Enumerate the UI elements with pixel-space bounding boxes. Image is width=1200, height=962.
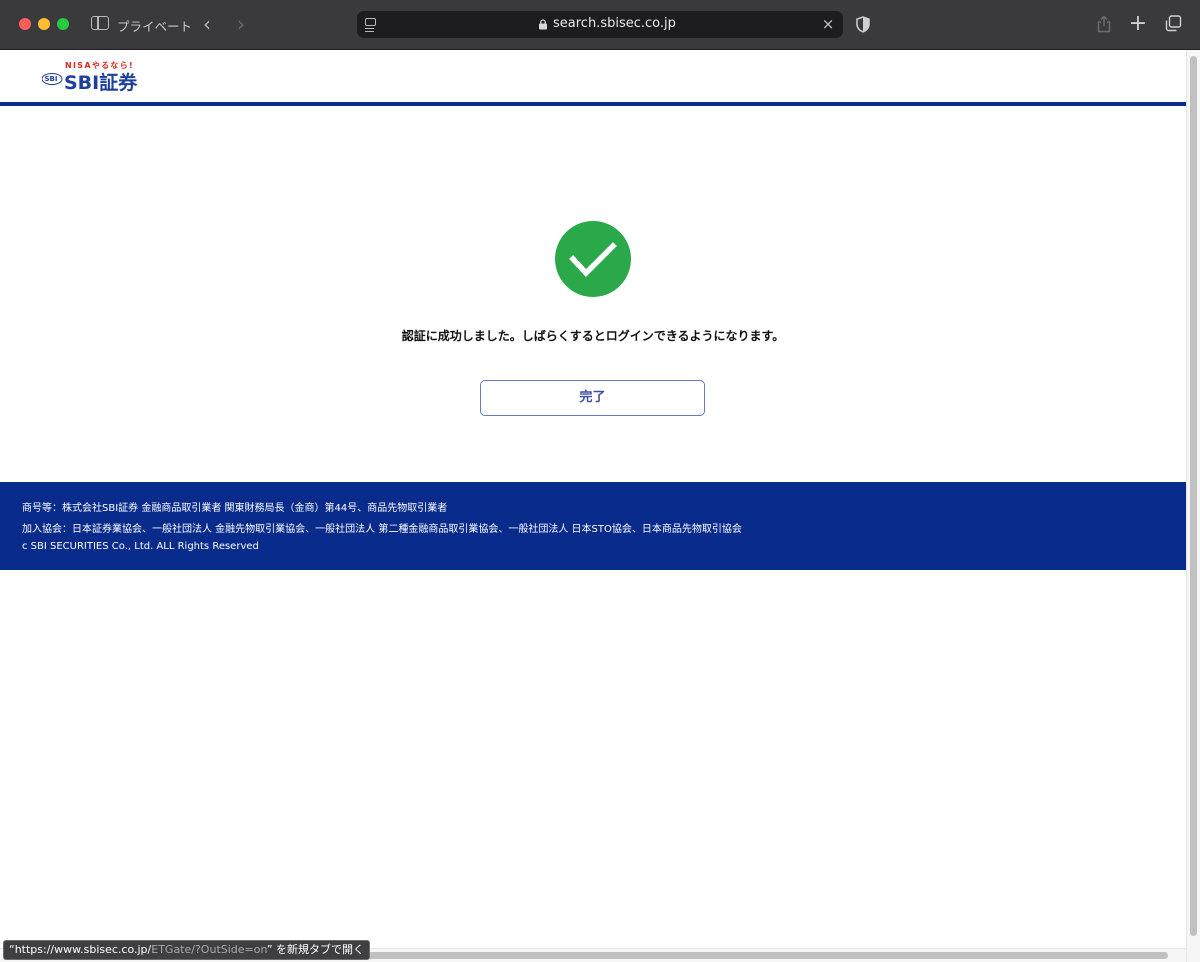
page-menu-icon[interactable] xyxy=(365,18,376,30)
private-browsing-label: プライベート xyxy=(117,19,193,34)
status-link-host: https://www.sbisec.co.jp/ xyxy=(14,943,152,956)
sbi-group-mark-icon: SBI xyxy=(42,73,63,85)
url-text: search.sbisec.co.jp xyxy=(553,16,676,31)
done-button[interactable]: 完了 xyxy=(480,380,705,416)
share-icon[interactable] xyxy=(1096,15,1112,33)
sidebar-toggle-icon[interactable] xyxy=(91,16,109,30)
link-status-bar: “https://www.sbisec.co.jp/ETGate/?OutSid… xyxy=(3,940,371,960)
sbi-logo[interactable]: NISAやるなら! SBI SBI証券 xyxy=(42,60,142,94)
vertical-scrollbar[interactable] xyxy=(1186,50,1200,962)
clear-url-button[interactable]: × xyxy=(819,14,837,34)
lock-icon xyxy=(539,19,547,30)
minimize-window-button[interactable] xyxy=(38,18,50,30)
close-window-button[interactable] xyxy=(19,18,31,30)
svg-text:SBI: SBI xyxy=(45,75,58,83)
footer-copyright: c SBI SECURITIES Co., Ltd. ALL Rights Re… xyxy=(22,541,259,552)
site-header: NISAやるなら! SBI SBI証券 xyxy=(0,50,1186,106)
footer-company-info: 商号等：株式会社SBI証券 金融商品取引業者 関東財務局長（金商）第44号、商品… xyxy=(22,503,448,514)
status-link-path: ETGate/?OutSide=on xyxy=(151,943,267,956)
back-button[interactable]: ‹ xyxy=(196,12,218,36)
tab-overview-icon[interactable] xyxy=(1165,15,1182,32)
status-suffix: を新規タブで開く xyxy=(272,943,365,956)
footer-associations: 加入協会：日本証券業協会、一般社団法人 金融先物取引業協会、一般社団法人 第二種… xyxy=(22,524,742,535)
browser-titlebar: プライベート ‹ › search.sbisec.co.jp × + xyxy=(0,0,1200,50)
logo-name: SBI証券 xyxy=(64,72,138,94)
site-footer: 商号等：株式会社SBI証券 金融商品取引業者 関東財務局長（金商）第44号、商品… xyxy=(0,482,1186,570)
address-bar[interactable]: search.sbisec.co.jp × xyxy=(357,11,843,38)
page-viewport: NISAやるなら! SBI SBI証券 認証に成功しました。しばらくするとログイ… xyxy=(0,50,1186,962)
check-circle-icon xyxy=(555,221,631,297)
new-tab-icon[interactable]: + xyxy=(1128,12,1148,36)
vertical-scroll-thumb[interactable] xyxy=(1190,56,1197,936)
privacy-shield-icon[interactable] xyxy=(856,16,870,33)
zoom-window-button[interactable] xyxy=(57,18,69,30)
forward-button[interactable]: › xyxy=(230,12,252,36)
success-message: 認証に成功しました。しばらくするとログインできるようになります。 xyxy=(401,329,785,343)
